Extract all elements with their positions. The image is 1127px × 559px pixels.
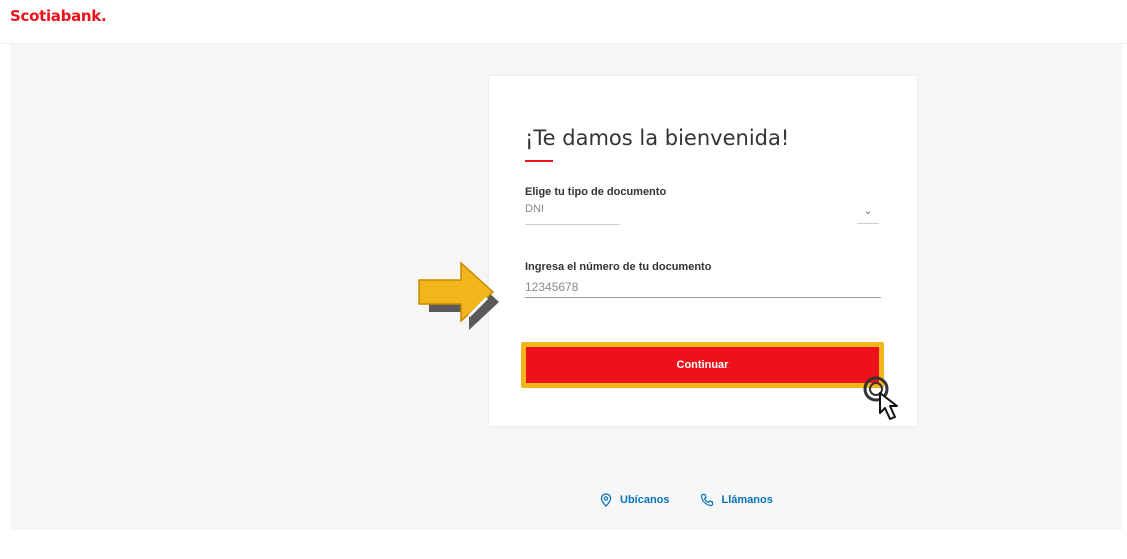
document-type-label: Elige tu tipo de documento	[525, 186, 667, 198]
document-type-underline	[525, 224, 620, 225]
document-number-label: Ingresa el número de tu documento	[525, 261, 712, 273]
yellow-arrow-icon	[418, 261, 499, 330]
call-us-link[interactable]: Llámanos	[700, 493, 773, 507]
call-us-label: Llámanos	[721, 494, 773, 506]
page-title: ¡Te damos la bienvenida!	[525, 126, 790, 150]
logo-text: Scotiabank	[10, 7, 101, 25]
top-header: Scotiabank.	[0, 0, 1127, 44]
continue-button[interactable]: Continuar	[526, 347, 879, 383]
bottom-strip	[0, 530, 1127, 559]
phone-icon	[700, 493, 713, 507]
title-accent-line	[525, 160, 553, 162]
locate-us-label: Ubícanos	[620, 494, 670, 506]
chevron-down-icon[interactable]: ⌄	[857, 204, 879, 224]
login-card: ¡Te damos la bienvenida! Elige tu tipo d…	[489, 76, 917, 426]
locate-us-link[interactable]: Ubícanos	[600, 493, 670, 507]
document-number-input[interactable]	[525, 276, 881, 298]
logo-dot: .	[100, 7, 107, 25]
document-type-select[interactable]: DNI	[525, 203, 544, 215]
location-pin-icon	[600, 493, 612, 507]
footer-links: Ubícanos Llámanos	[600, 488, 773, 512]
scotiabank-logo[interactable]: Scotiabank.	[10, 7, 107, 25]
hand-cursor-icon	[863, 376, 898, 420]
